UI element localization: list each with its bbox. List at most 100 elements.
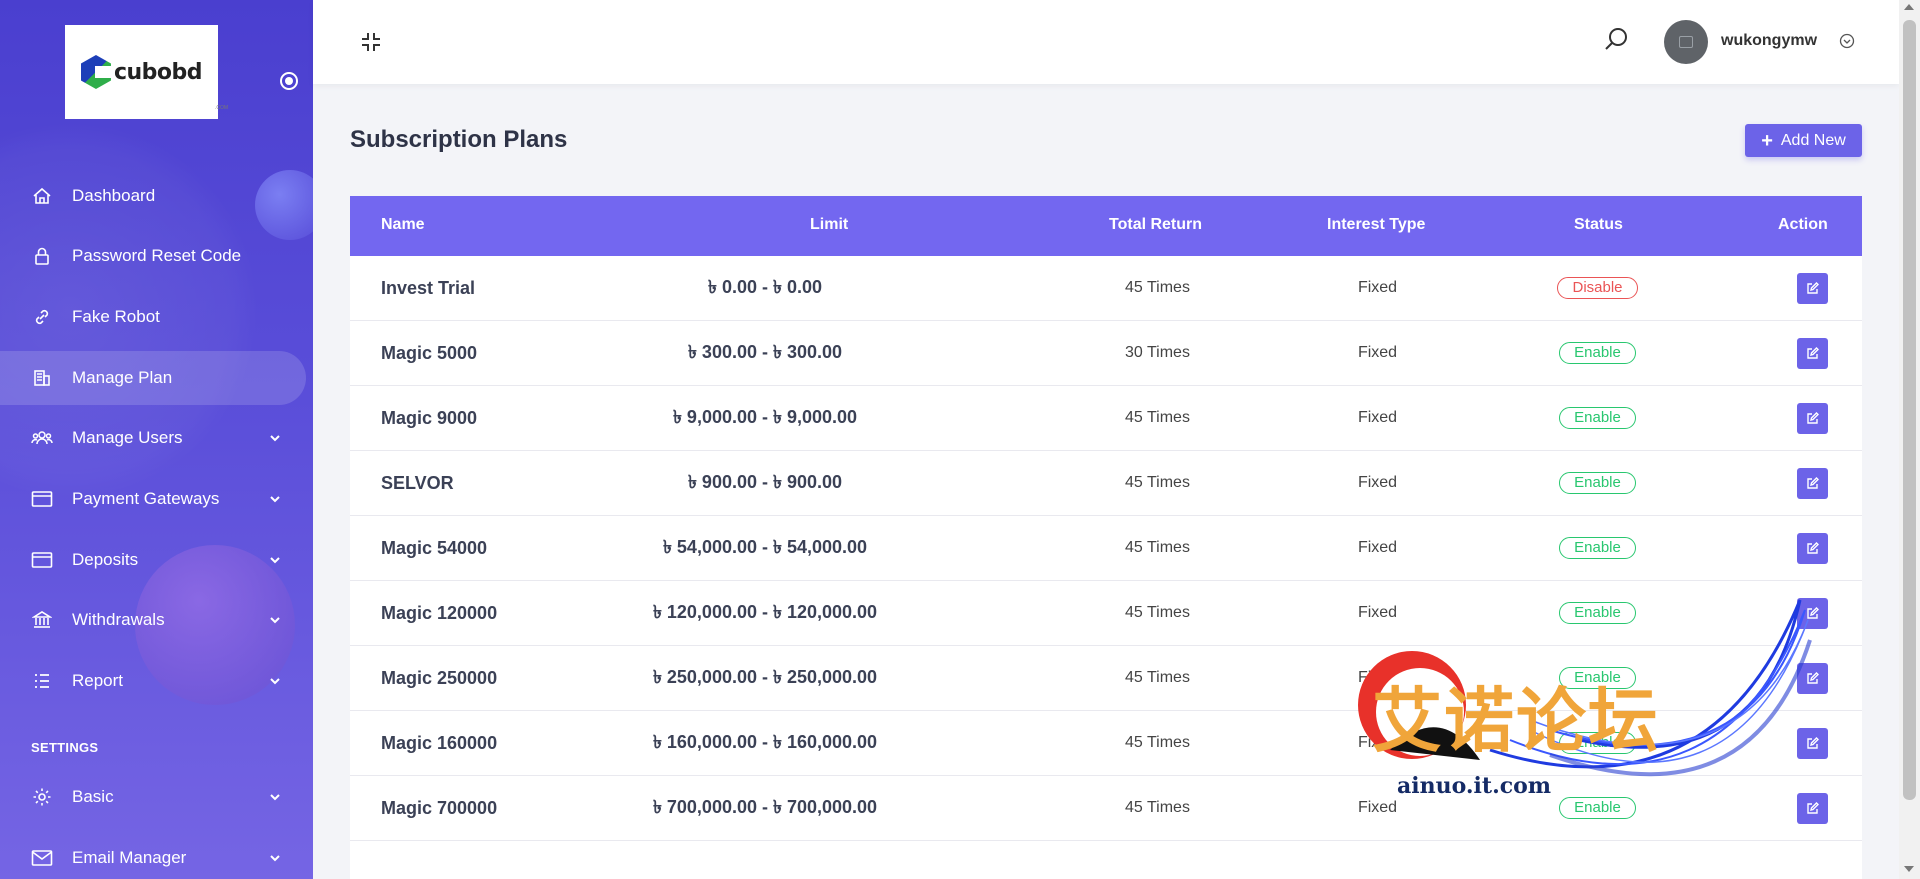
column-header-total-return[interactable]: Total Return [1109,216,1202,234]
column-header-name[interactable]: Name [381,216,425,234]
plan-status-cell: Enable [1530,581,1665,645]
plan-action-cell [1797,321,1828,385]
plan-action-cell [1797,776,1828,840]
plan-name: Magic 9000 [381,407,478,428]
chevron-down-icon[interactable] [1839,33,1855,49]
brand-logo[interactable]: cubobd .COM [65,25,228,119]
topbar: wukongymw [313,0,1899,84]
edit-button[interactable] [1797,727,1828,759]
column-header-interest-type[interactable]: Interest Type [1327,216,1425,234]
plan-name: Magic 54000 [381,537,488,558]
plan-total-return: 45 Times [1125,279,1190,296]
plan-action-cell [1797,386,1828,450]
edit-icon [1807,281,1819,294]
scrollbar[interactable] [1899,0,1920,879]
collapse-icon[interactable] [359,30,383,54]
logo-subtext: .COM [215,105,229,111]
sidebar-item-password-reset-code[interactable]: Password Reset Code [0,229,306,283]
plan-total-return: 45 Times [1125,734,1190,751]
edit-button[interactable] [1797,467,1828,499]
plan-action-cell [1797,451,1828,515]
column-header-status[interactable]: Status [1574,216,1623,234]
plan-action-cell [1797,581,1828,645]
sidebar-item-dashboard[interactable]: Dashboard [0,169,306,223]
username[interactable]: wukongymw [1721,32,1817,50]
plan-action-cell [1797,646,1828,710]
status-badge: Enable [1559,472,1636,494]
sidebar-item-label: Basic [72,787,114,806]
edit-icon [1807,346,1819,359]
sidebar-item-manage-plan[interactable]: Manage Plan [0,351,306,405]
sidebar-item-label: Email Manager [72,848,187,867]
scroll-up-arrow-icon[interactable] [1904,4,1914,10]
plan-limit: ৳ 54,000.00 - ৳ 54,000.00 [662,536,868,557]
plan-limit: ৳ 0.00 - ৳ 0.00 [708,276,822,297]
plan-status-cell: Disable [1530,256,1665,320]
edit-button[interactable] [1797,402,1828,434]
edit-button[interactable] [1797,597,1828,629]
table-row: Magic 54000 ৳ 54,000.00 - ৳ 54,000.00 45 T… [350,516,1862,581]
scroll-down-arrow-icon[interactable] [1904,866,1914,872]
status-badge: Enable [1559,342,1636,364]
chevron-down-icon [270,678,280,685]
chevron-down-icon [270,557,280,564]
column-header-limit[interactable]: Limit [810,216,848,234]
plan-interest-type: Fixed [1357,344,1398,361]
edit-button[interactable] [1797,337,1828,369]
table-row: Magic 120000 ৳ 120,000.00 - ৳ 120,000.00 4… [350,581,1862,646]
plan-total-return: 45 Times [1125,474,1190,491]
sidebar-item-label: Report [72,671,124,690]
image-placeholder-icon [1679,36,1693,48]
plan-total-return: 30 Times [1125,344,1190,361]
edit-icon [1807,801,1819,814]
sidebar-item-label: Manage Users [72,428,183,447]
chevron-down-icon [270,496,280,503]
add-new-button[interactable]: + Add New [1745,124,1862,157]
sidebar-item-payment-gateways[interactable]: Payment Gateways [0,472,306,526]
logo-text: cubobd [113,59,203,85]
plan-action-cell [1797,256,1828,320]
lock-icon [31,245,53,267]
chevron-down-icon [270,617,280,624]
scroll-thumb[interactable] [1903,20,1916,800]
gear-icon [31,786,53,808]
plan-total-return: 45 Times [1125,799,1190,816]
edit-button[interactable] [1797,792,1828,824]
settings-heading: SETTINGS [31,740,99,755]
sidebar-item-manage-users[interactable]: Manage Users [0,411,306,465]
plan-action-cell [1797,711,1828,775]
search-icon[interactable] [1603,26,1629,52]
plans-table: Name Limit Total Return Interest Type St… [350,196,1862,879]
plan-limit: ৳ 250,000.00 - ৳ 250,000.00 [652,666,878,687]
plan-limit: ৳ 120,000.00 - ৳ 120,000.00 [652,601,878,622]
sidebar-toggle[interactable] [280,72,298,90]
sidebar-item-fake-robot[interactable]: Fake Robot [0,290,306,344]
watermark-text: 艾诺论坛 [1372,680,1660,762]
plan-interest-type: Fixed [1357,604,1398,621]
edit-icon [1807,606,1819,619]
edit-button[interactable] [1797,272,1828,304]
sidebar-item-basic[interactable]: Basic [0,770,306,824]
plan-interest-type: Fixed [1357,409,1398,426]
sidebar-item-label: Manage Plan [72,368,173,387]
cube-logo-icon [80,55,111,89]
edit-icon [1807,541,1819,554]
plan-limit: ৳ 300.00 - ৳ 300.00 [687,341,843,362]
sidebar-item-label: Deposits [72,550,139,569]
table-row: Magic 5000 ৳ 300.00 - ৳ 300.00 30 Times Fix… [350,321,1862,386]
table-row: Magic 9000 ৳ 9,000.00 - ৳ 9,000.00 45 Time… [350,386,1862,451]
sidebar-item-deposits[interactable]: Deposits [0,533,306,587]
sidebar-item-label: Dashboard [72,186,156,205]
edit-icon [1807,476,1819,489]
plan-total-return: 45 Times [1125,669,1190,686]
plan-name: Magic 700000 [381,797,498,818]
plan-name: Magic 5000 [381,342,478,363]
sidebar-item-report[interactable]: Report [0,654,306,708]
plan-interest-type: Fixed [1357,539,1398,556]
sidebar-item-withdrawals[interactable]: Withdrawals [0,593,306,647]
edit-button[interactable] [1797,532,1828,564]
avatar[interactable] [1664,20,1708,64]
chevron-down-icon [270,855,280,862]
edit-button[interactable] [1797,662,1828,694]
sidebar-item-email-manager[interactable]: Email Manager [0,831,306,879]
